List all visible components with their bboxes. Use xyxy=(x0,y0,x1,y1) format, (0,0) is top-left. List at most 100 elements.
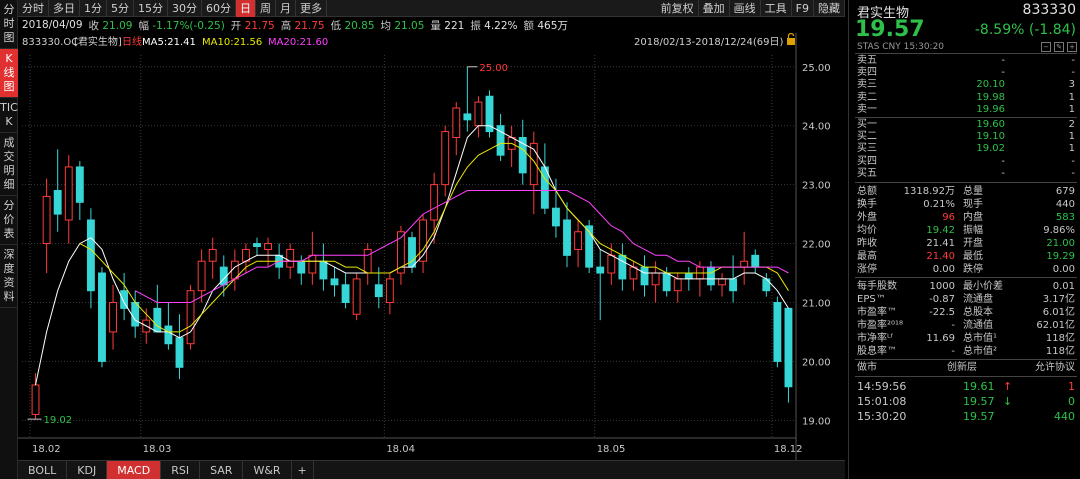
candle-body[interactable] xyxy=(253,243,261,248)
candle-body[interactable] xyxy=(740,260,749,268)
period-tab-1[interactable]: 多日 xyxy=(49,0,80,17)
candle-body[interactable] xyxy=(784,307,793,388)
period-tab-5[interactable]: 30分 xyxy=(168,0,202,17)
candle-body[interactable] xyxy=(363,248,372,274)
candle-body[interactable] xyxy=(718,278,726,286)
sidebar-item-2[interactable]: TICK xyxy=(0,98,18,133)
arrow-down-icon: ↓ xyxy=(1003,395,1013,408)
period-tab-4[interactable]: 15分 xyxy=(134,0,168,17)
toolbar-action-3[interactable]: 工具 xyxy=(761,0,792,17)
minus-icon[interactable]: − xyxy=(1041,42,1051,52)
candle-body[interactable] xyxy=(186,290,195,345)
candle-body[interactable] xyxy=(673,278,682,292)
candle-body[interactable] xyxy=(607,254,616,274)
candle-body[interactable] xyxy=(552,207,560,227)
period-tab-10[interactable]: 更多 xyxy=(296,0,327,17)
candle-body[interactable] xyxy=(175,337,184,368)
period-tab-9[interactable]: 月 xyxy=(276,0,296,17)
bid-row: 买五 - - xyxy=(855,168,1077,180)
candle-body[interactable] xyxy=(374,284,383,298)
fund-value: 62.01亿 xyxy=(1036,320,1075,331)
indicator-tab-5[interactable]: W&R xyxy=(243,460,292,479)
candle-body[interactable] xyxy=(596,266,605,274)
candle-body[interactable] xyxy=(98,272,106,362)
toolbar-action-0[interactable]: 前复权 xyxy=(657,0,699,17)
candle-body[interactable] xyxy=(31,384,40,415)
candle-body[interactable] xyxy=(131,301,140,327)
bid-row: 买四 - - xyxy=(855,156,1077,168)
bid-row: 买二 19.10 1 xyxy=(855,131,1077,143)
stat-value: 0.00 xyxy=(932,264,955,275)
candle-body[interactable] xyxy=(330,278,339,286)
candle-body[interactable] xyxy=(430,184,439,221)
candle-body[interactable] xyxy=(153,307,162,333)
candle-body[interactable] xyxy=(729,278,738,292)
info-avg-label: 均 xyxy=(380,19,392,32)
candle-body[interactable] xyxy=(75,166,84,203)
add-indicator-button[interactable]: + xyxy=(292,460,314,479)
indicator-tab-2[interactable]: MACD xyxy=(107,460,162,479)
candle-body[interactable] xyxy=(42,195,51,245)
candle-body[interactable] xyxy=(352,278,361,315)
candle-body[interactable] xyxy=(518,136,527,174)
candle-body[interactable] xyxy=(208,248,217,262)
candle-body[interactable] xyxy=(762,278,771,292)
candle-body[interactable] xyxy=(474,101,483,127)
candle-body[interactable] xyxy=(319,260,328,280)
x-tick-label: 18.12 xyxy=(774,444,803,455)
stat-value: 19.42 xyxy=(926,225,955,236)
candle-body[interactable] xyxy=(297,260,306,274)
candle-body[interactable] xyxy=(463,113,472,121)
period-tab-6[interactable]: 60分 xyxy=(202,0,236,17)
candle-body[interactable] xyxy=(64,166,73,221)
sidebar-item-5[interactable]: 深度资料 xyxy=(0,245,18,308)
candle-body[interactable] xyxy=(341,284,350,303)
candle-body[interactable] xyxy=(574,231,583,250)
divider xyxy=(855,277,1077,278)
toolbar-action-2[interactable]: 画线 xyxy=(730,0,761,17)
sidebar-item-0[interactable]: 分时图 xyxy=(0,0,18,49)
candle-body[interactable] xyxy=(563,219,571,256)
kline-chart[interactable]: 19.00 20.00 21.00 22.00 23.00 24.00 25.00 18.02… xyxy=(18,33,845,460)
candle-body[interactable] xyxy=(485,95,494,133)
add-icon[interactable]: + xyxy=(1067,42,1077,52)
candle-body[interactable] xyxy=(640,266,649,286)
sidebar-item-4[interactable]: 分价表 xyxy=(0,196,18,245)
period-tab-8[interactable]: 周 xyxy=(256,0,276,17)
candle-body[interactable] xyxy=(385,278,394,303)
sidebar-item-1[interactable]: K线图 xyxy=(0,49,18,98)
candle-body[interactable] xyxy=(286,248,295,268)
candle-body[interactable] xyxy=(751,254,760,268)
candle-body[interactable] xyxy=(684,272,693,280)
period-tab-3[interactable]: 5分 xyxy=(107,0,134,17)
indicator-tab-1[interactable]: KDJ xyxy=(67,460,108,479)
candle-body[interactable] xyxy=(651,272,660,286)
candle-body[interactable] xyxy=(164,325,173,345)
candle-body[interactable] xyxy=(53,190,62,215)
toolbar-action-1[interactable]: 叠加 xyxy=(699,0,730,17)
y-tick-label: 23.00 xyxy=(802,181,831,192)
indicator-tab-4[interactable]: SAR xyxy=(200,460,244,479)
stat-label: 跌停 xyxy=(963,264,983,275)
period-tab-7[interactable]: 日 xyxy=(236,0,256,17)
candle-body[interactable] xyxy=(441,131,450,186)
period-tab-0[interactable]: 分时 xyxy=(18,0,49,17)
toolbar-action-4[interactable]: F9 xyxy=(792,0,814,17)
fund-value: 6.01亿 xyxy=(1042,307,1075,318)
period-tab-2[interactable]: 1分 xyxy=(80,0,107,17)
toolbar-action-5[interactable]: 隐藏 xyxy=(814,0,845,17)
candle-body[interactable] xyxy=(773,301,782,362)
candle-body[interactable] xyxy=(197,260,206,292)
candle-body[interactable] xyxy=(618,254,627,280)
candle-body[interactable] xyxy=(452,107,461,138)
candle-body[interactable] xyxy=(662,272,671,292)
candle-body[interactable] xyxy=(308,254,317,274)
candle-body[interactable] xyxy=(86,219,95,292)
sidebar-item-3[interactable]: 成交明细 xyxy=(0,133,18,196)
edit-icon[interactable]: ✎ xyxy=(1054,42,1064,52)
candle-body[interactable] xyxy=(707,266,715,286)
candle-body[interactable] xyxy=(264,243,272,250)
indicator-tab-3[interactable]: RSI xyxy=(161,460,201,479)
indicator-tab-0[interactable]: BOLL xyxy=(18,460,68,479)
candle-body[interactable] xyxy=(109,301,117,333)
